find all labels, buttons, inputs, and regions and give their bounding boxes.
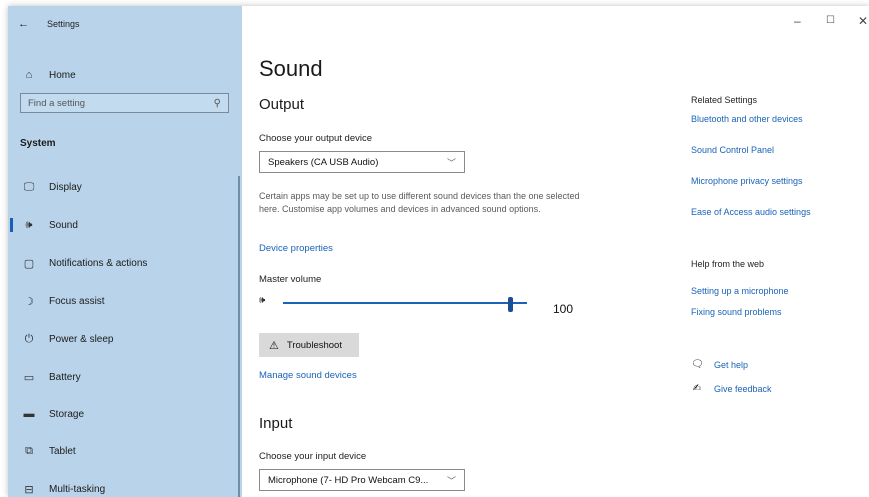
related-link-microphone-privacy[interactable]: Microphone privacy settings <box>691 176 803 186</box>
titlebar: ← Settings <box>18 16 80 32</box>
page-title: Sound <box>259 56 323 81</box>
feedback-icon: ✍ <box>692 383 702 394</box>
volume-value: 100 <box>553 302 574 316</box>
input-device-select[interactable]: Microphone (7- HD Pro Webcam C9... ﹀ <box>259 469 465 491</box>
sidebar-item-focus-assist[interactable]: ☽ Focus assist <box>8 288 242 314</box>
speaker-icon[interactable]: 🕪 <box>259 295 265 306</box>
sidebar-item-label: Power & sleep <box>49 333 114 345</box>
minimize-button[interactable]: – <box>794 14 801 28</box>
give-feedback-label: Give feedback <box>714 383 772 394</box>
sidebar-item-label: Multi-tasking <box>49 483 106 495</box>
chevron-down-icon: ﹀ <box>446 157 456 168</box>
sidebar-item-battery[interactable]: ▭ Battery <box>8 364 242 390</box>
output-description: Certain apps may be set up to use differ… <box>259 191 580 214</box>
help-link-sound-problems[interactable]: Fixing sound problems <box>691 307 782 317</box>
sidebar-item-label: Sound <box>49 219 78 231</box>
volume-slider-thumb[interactable] <box>508 297 513 312</box>
notification-icon: ▢ <box>23 257 35 270</box>
input-device-value: Microphone (7- HD Pro Webcam C9... <box>268 474 429 486</box>
help-link-microphone[interactable]: Setting up a microphone <box>691 286 789 296</box>
output-device-select[interactable]: Speakers (CA USB Audio) ﹀ <box>259 151 465 173</box>
sidebar-item-notifications[interactable]: ▢ Notifications & actions <box>8 250 242 276</box>
maximize-button[interactable]: ☐ <box>826 15 835 26</box>
sidebar-item-label: Focus assist <box>49 295 105 307</box>
troubleshoot-label: Troubleshoot <box>286 339 342 351</box>
give-feedback-link[interactable]: ✍ Give feedback <box>691 383 772 394</box>
help-chat-icon: 🗨 <box>691 359 704 370</box>
moon-icon: ☽ <box>24 295 34 308</box>
home-icon: ⌂ <box>25 69 33 81</box>
sidebar-item-label: Storage <box>49 408 85 420</box>
sidebar-item-label: Display <box>49 181 82 193</box>
get-help-label: Get help <box>714 359 749 370</box>
output-heading: Output <box>259 96 305 113</box>
input-device-label: Choose your input device <box>259 451 367 462</box>
settings-window: ← Settings ⌂ Home Find a setting ⚲ Syste… <box>8 6 869 497</box>
master-volume-row: 🕪 <box>259 295 589 311</box>
search-input[interactable]: Find a setting ⚲ <box>20 93 229 113</box>
manage-sound-devices-link[interactable]: Manage sound devices <box>259 370 357 381</box>
sidebar-item-label: Notifications & actions <box>49 257 148 269</box>
back-arrow-icon[interactable]: ← <box>18 18 29 30</box>
multitasking-icon: ⊟ <box>24 483 34 496</box>
device-properties-link[interactable]: Device properties <box>259 243 333 254</box>
sidebar-item-label: Home <box>49 69 76 81</box>
chevron-down-icon: ﹀ <box>446 475 456 486</box>
sidebar-item-home[interactable]: ⌂ Home <box>8 62 242 88</box>
section-title: System <box>20 138 56 149</box>
sidebar-item-storage[interactable]: ▬ Storage <box>8 401 242 427</box>
search-icon: ⚲ <box>213 97 221 109</box>
output-device-value: Speakers (CA USB Audio) <box>268 156 379 168</box>
search-placeholder: Find a setting <box>28 97 86 109</box>
sidebar-scrollbar[interactable] <box>238 176 240 497</box>
help-heading: Help from the web <box>691 259 765 269</box>
output-device-label: Choose your output device <box>259 133 373 144</box>
sidebar-item-multitasking[interactable]: ⊟ Multi-tasking <box>8 476 242 497</box>
volume-slider-track[interactable] <box>283 302 527 304</box>
display-icon: 🖵 <box>23 180 35 193</box>
power-icon: ⏻ <box>24 332 34 345</box>
related-link-sound-control-panel[interactable]: Sound Control Panel <box>691 145 774 155</box>
sidebar-item-label: Battery <box>49 371 81 383</box>
get-help-link[interactable]: 🗨 Get help <box>691 359 748 370</box>
storage-icon: ▬ <box>23 408 35 420</box>
tablet-icon: ⧉ <box>25 444 33 457</box>
input-heading: Input <box>259 415 293 432</box>
related-link-bluetooth[interactable]: Bluetooth and other devices <box>691 114 803 124</box>
sidebar-item-label: Tablet <box>49 445 76 457</box>
sidebar-item-display[interactable]: 🖵 Display <box>8 174 242 200</box>
related-link-ease-of-access-audio[interactable]: Ease of Access audio settings <box>691 207 811 217</box>
sidebar-item-tablet[interactable]: ⧉ Tablet <box>8 438 242 464</box>
related-settings-heading: Related Settings <box>691 95 758 105</box>
master-volume-label: Master volume <box>259 274 322 285</box>
sidebar-item-power-sleep[interactable]: ⏻ Power & sleep <box>8 326 242 352</box>
sidebar: ← Settings ⌂ Home Find a setting ⚲ Syste… <box>8 6 242 497</box>
window-title: Settings <box>47 19 80 29</box>
close-button[interactable]: ✕ <box>858 14 868 28</box>
battery-icon: ▭ <box>23 371 35 384</box>
warning-icon: ⚠ <box>269 339 279 352</box>
troubleshoot-button[interactable]: ⚠ Troubleshoot <box>259 333 359 357</box>
sidebar-item-sound[interactable]: 🕪 Sound <box>8 212 242 238</box>
speaker-icon: 🕪 <box>25 218 33 231</box>
